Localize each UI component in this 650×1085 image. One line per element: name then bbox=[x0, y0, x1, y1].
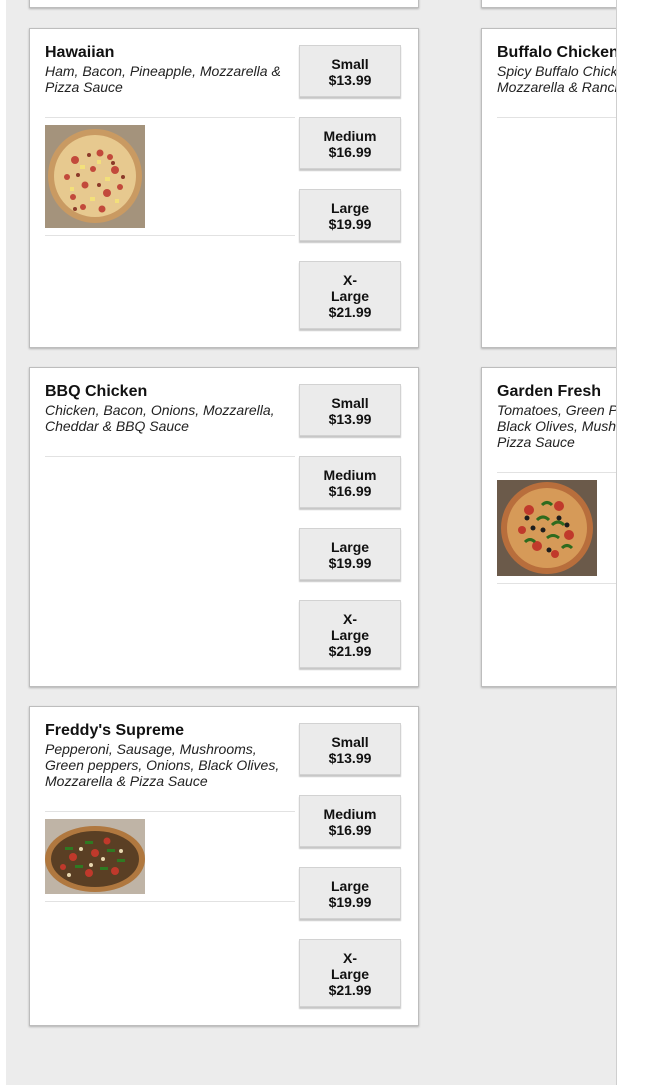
pizza-name: Buffalo Chicken bbox=[497, 44, 617, 61]
price-label: $19.99 bbox=[328, 555, 372, 571]
pizza-info: Freddy's Supreme Pepperoni, Sausage, Mus… bbox=[45, 722, 290, 789]
pizza-name: Garden Fresh bbox=[497, 383, 602, 400]
size-label: Small bbox=[331, 56, 369, 72]
size-label: Large bbox=[330, 539, 370, 555]
size-label: X-Large bbox=[330, 950, 370, 982]
size-button-x-large[interactable]: X-Large $21.99 bbox=[299, 600, 401, 668]
menu-item-garden-fresh: Garden Fresh Tomatoes, Green P Black Oli… bbox=[481, 367, 617, 687]
divider bbox=[45, 901, 295, 902]
size-label: Small bbox=[331, 734, 369, 750]
price-label: $21.99 bbox=[328, 643, 372, 659]
size-button-large[interactable]: Large $19.99 bbox=[299, 867, 401, 919]
garden-fresh-pizza-image bbox=[497, 480, 597, 576]
price-label: $13.99 bbox=[328, 750, 372, 766]
previous-card-bottom bbox=[29, 0, 419, 8]
hawaiian-pizza-image bbox=[45, 125, 145, 228]
divider bbox=[497, 472, 616, 473]
pizza-description: Ham, Bacon, Pineapple, Mozzarella & Pizz… bbox=[45, 63, 281, 95]
pizza-photo[interactable] bbox=[497, 480, 597, 576]
size-label: Small bbox=[331, 395, 369, 411]
price-label: $21.99 bbox=[328, 982, 372, 998]
menu-viewport: Hawaiian Ham, Bacon, Pineapple, Mozzarel… bbox=[6, 0, 617, 1085]
supreme-pizza-image bbox=[45, 819, 145, 894]
size-button-x-large[interactable]: X-Large $21.99 bbox=[299, 261, 401, 329]
price-label: $19.99 bbox=[328, 894, 372, 910]
pizza-info: BBQ Chicken Chicken, Bacon, Onions, Mozz… bbox=[45, 383, 295, 434]
divider bbox=[497, 583, 616, 584]
pizza-description: Pepperoni, Sausage, Mushrooms, Green pep… bbox=[45, 741, 280, 789]
menu-item-hawaiian: Hawaiian Ham, Bacon, Pineapple, Mozzarel… bbox=[29, 28, 419, 348]
pizza-name: Freddy's Supreme bbox=[45, 722, 184, 739]
price-label: $21.99 bbox=[328, 304, 372, 320]
size-button-small[interactable]: Small $13.99 bbox=[299, 384, 401, 436]
size-button-medium[interactable]: Medium $16.99 bbox=[299, 117, 401, 169]
pizza-info: Garden Fresh Tomatoes, Green P Black Oli… bbox=[497, 383, 617, 450]
size-label: Medium bbox=[323, 467, 377, 483]
pizza-photo[interactable] bbox=[45, 125, 145, 228]
menu-item-freddys-supreme: Freddy's Supreme Pepperoni, Sausage, Mus… bbox=[29, 706, 419, 1026]
pizza-description: Chicken, Bacon, Onions, Mozzarella, Ched… bbox=[45, 402, 275, 434]
divider bbox=[45, 235, 295, 236]
size-button-large[interactable]: Large $19.99 bbox=[299, 189, 401, 241]
size-button-small[interactable]: Small $13.99 bbox=[299, 45, 401, 97]
divider bbox=[497, 117, 616, 118]
divider bbox=[45, 456, 295, 457]
pizza-info: Hawaiian Ham, Bacon, Pineapple, Mozzarel… bbox=[45, 44, 295, 95]
size-button-medium[interactable]: Medium $16.99 bbox=[299, 456, 401, 508]
previous-card-bottom-right bbox=[481, 0, 616, 8]
size-label: Medium bbox=[323, 806, 377, 822]
size-label: X-Large bbox=[330, 611, 370, 643]
price-label: $16.99 bbox=[328, 144, 372, 160]
pizza-description: Tomatoes, Green P Black Olives, Mush Piz… bbox=[497, 402, 617, 450]
divider bbox=[45, 811, 295, 812]
size-label: Large bbox=[330, 878, 370, 894]
size-button-large[interactable]: Large $19.99 bbox=[299, 528, 401, 580]
menu-item-bbq-chicken: BBQ Chicken Chicken, Bacon, Onions, Mozz… bbox=[29, 367, 419, 687]
size-label: Large bbox=[330, 200, 370, 216]
size-button-medium[interactable]: Medium $16.99 bbox=[299, 795, 401, 847]
menu-item-buffalo-chicken: Buffalo Chicken Spicy Buffalo Chick Mozz… bbox=[481, 28, 617, 348]
price-label: $19.99 bbox=[328, 216, 372, 232]
pizza-info: Buffalo Chicken Spicy Buffalo Chick Mozz… bbox=[497, 44, 617, 95]
size-button-x-large[interactable]: X-Large $21.99 bbox=[299, 939, 401, 1007]
divider bbox=[45, 117, 295, 118]
size-label: X-Large bbox=[330, 272, 370, 304]
pizza-photo[interactable] bbox=[45, 819, 145, 894]
pizza-name: Hawaiian bbox=[45, 44, 115, 61]
price-label: $16.99 bbox=[328, 483, 372, 499]
pizza-description: Spicy Buffalo Chick Mozzarella & Ranch bbox=[497, 63, 617, 95]
size-button-small[interactable]: Small $13.99 bbox=[299, 723, 401, 775]
price-label: $13.99 bbox=[328, 72, 372, 88]
size-label: Medium bbox=[323, 128, 377, 144]
pizza-name: BBQ Chicken bbox=[45, 383, 148, 400]
price-label: $13.99 bbox=[328, 411, 372, 427]
price-label: $16.99 bbox=[328, 822, 372, 838]
